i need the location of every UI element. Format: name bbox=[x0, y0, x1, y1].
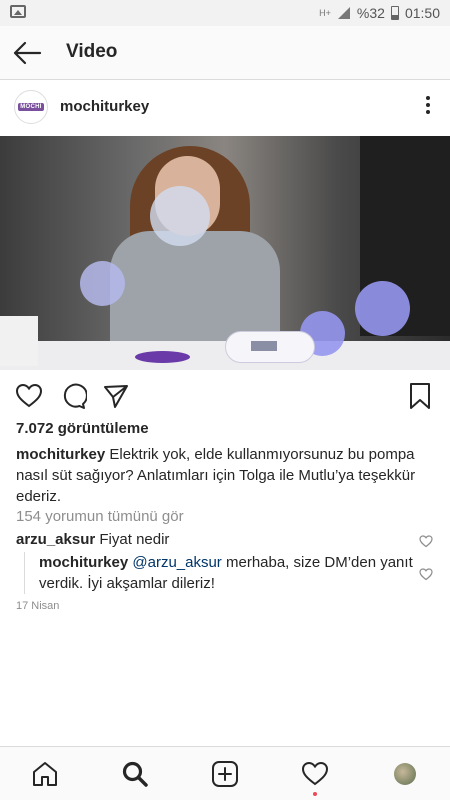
network-type: H+ bbox=[319, 8, 331, 18]
search-icon[interactable] bbox=[121, 760, 149, 788]
clock: 01:50 bbox=[404, 5, 440, 21]
status-bar: H+ %32 01:50 bbox=[0, 0, 450, 26]
post-avatar[interactable]: MOCHI bbox=[14, 90, 48, 124]
video-player[interactable] bbox=[0, 136, 450, 370]
video-pump-device bbox=[225, 331, 315, 363]
video-breast-pump bbox=[150, 186, 210, 246]
like-heart-icon[interactable] bbox=[15, 382, 43, 410]
comment-like-heart-icon[interactable] bbox=[419, 534, 433, 548]
home-icon[interactable] bbox=[31, 760, 59, 788]
post-date: 17 Nisan bbox=[16, 600, 60, 612]
activity-notification-dot bbox=[313, 792, 317, 796]
video-box bbox=[0, 316, 38, 366]
gallery-notification-icon bbox=[10, 5, 26, 18]
reply-like-heart-icon[interactable] bbox=[419, 567, 433, 581]
add-post-icon[interactable] bbox=[211, 760, 239, 788]
send-icon[interactable] bbox=[102, 382, 130, 410]
caption-username[interactable]: mochiturkey bbox=[16, 446, 105, 463]
post-username[interactable]: mochiturkey bbox=[60, 98, 149, 115]
view-all-comments-link[interactable]: 154 yorumun tümünü gör bbox=[16, 508, 184, 525]
reply-comment: mochiturkey @arzu_aksur merhaba, size DM… bbox=[24, 552, 414, 594]
signal-icon bbox=[337, 7, 350, 19]
bookmark-icon[interactable] bbox=[406, 382, 434, 410]
comment-username[interactable]: arzu_aksur bbox=[16, 531, 95, 548]
view-count[interactable]: 7.072 görüntüleme bbox=[16, 420, 149, 437]
back-arrow-icon[interactable] bbox=[12, 39, 42, 67]
battery-percent: %32 bbox=[356, 5, 385, 21]
page-title: Video bbox=[66, 41, 118, 62]
comment-icon[interactable] bbox=[59, 382, 87, 410]
reply-mention[interactable]: @arzu_aksur bbox=[132, 554, 221, 571]
top-bar: Video bbox=[0, 26, 450, 80]
video-purple-disc bbox=[135, 351, 190, 363]
video-pump-cup bbox=[80, 261, 125, 306]
battery-icon bbox=[390, 6, 399, 20]
comment-text: Fiyat nedir bbox=[99, 531, 170, 548]
reply-username[interactable]: mochiturkey bbox=[39, 554, 128, 571]
post-caption: mochiturkey Elektrik yok, elde kullanmıy… bbox=[16, 444, 436, 507]
video-pump-cup bbox=[355, 281, 410, 336]
comment: arzu_aksur Fiyat nedir bbox=[16, 530, 436, 550]
avatar-logo: MOCHI bbox=[18, 103, 44, 111]
post-actions bbox=[0, 370, 450, 422]
activity-heart-icon[interactable] bbox=[301, 760, 329, 788]
status-right: H+ %32 01:50 bbox=[319, 5, 440, 21]
bottom-navigation bbox=[0, 746, 450, 800]
post-header: MOCHI mochiturkey bbox=[0, 80, 450, 136]
more-options-icon[interactable] bbox=[424, 96, 432, 118]
profile-avatar[interactable] bbox=[394, 763, 416, 785]
